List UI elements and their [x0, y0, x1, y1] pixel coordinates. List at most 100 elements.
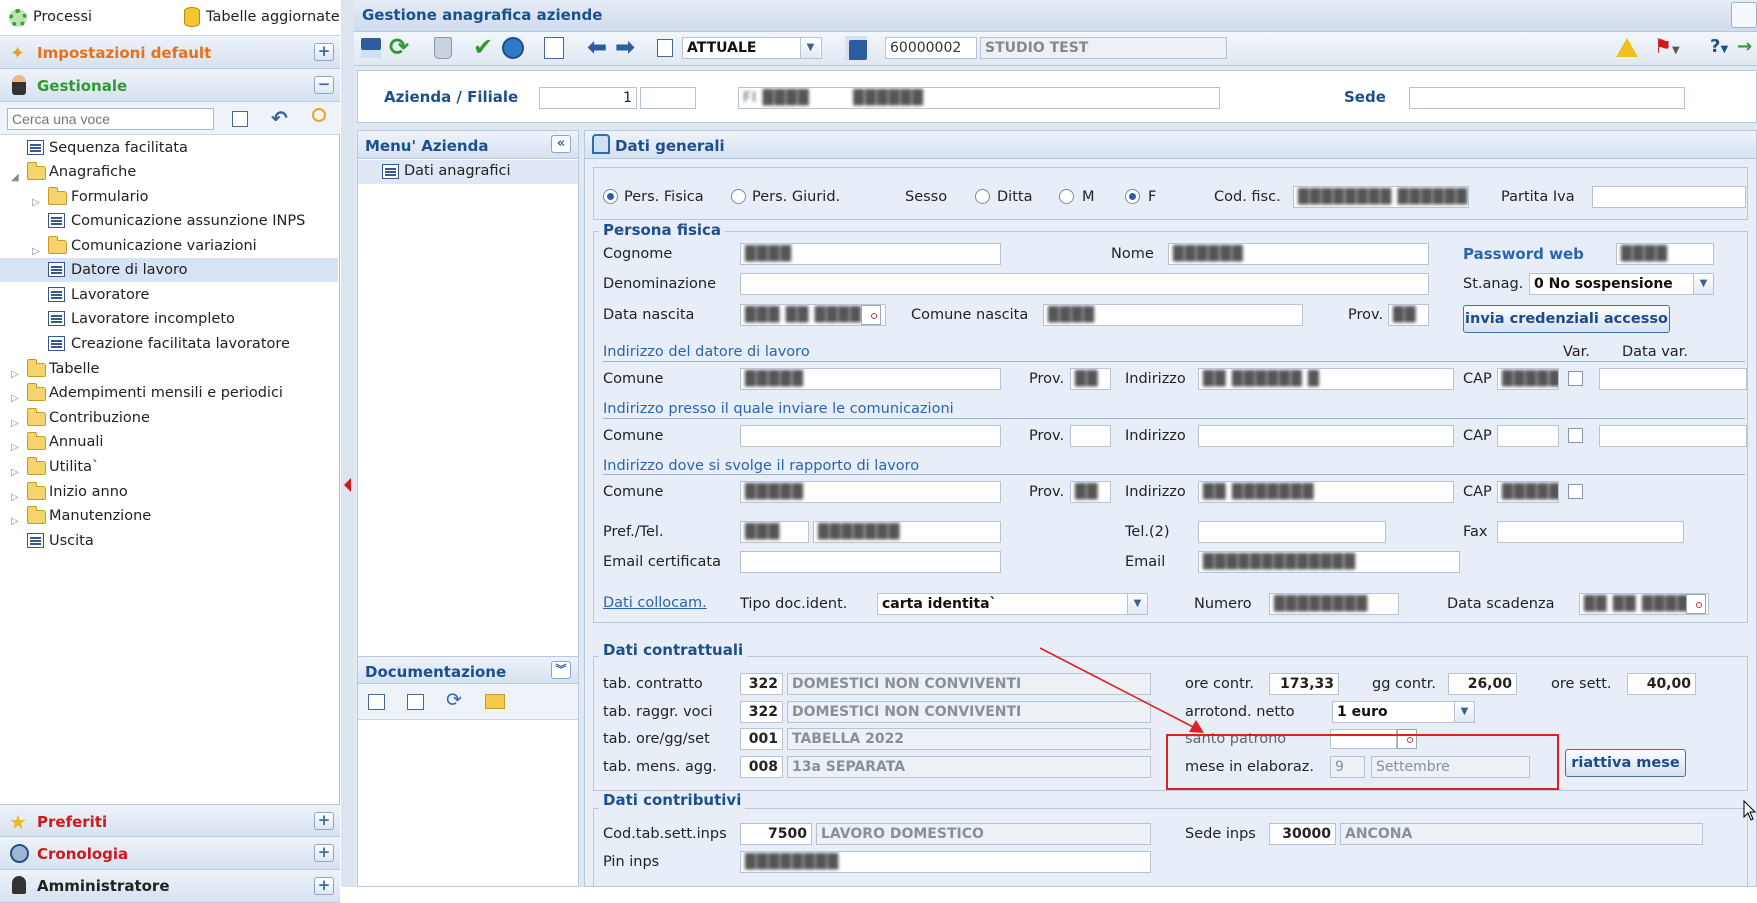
pin-inps-field[interactable]: ████████ [740, 851, 1151, 873]
collapse-minus-icon[interactable]: − [314, 76, 334, 94]
expand-plus-icon[interactable]: + [314, 812, 334, 830]
tree-item-creazione-facilitata[interactable]: Creazione facilitata lavoratore [0, 332, 338, 356]
cap-rapporto-field[interactable]: █████ [1497, 481, 1559, 503]
filiale-field[interactable] [640, 87, 696, 109]
invia-credenziali-button[interactable]: invia credenziali accesso [1463, 305, 1670, 333]
tab-raggr-code[interactable]: 322 [740, 701, 783, 723]
comune-comunicazioni-field[interactable] [740, 425, 1001, 447]
data-var-field[interactable] [1599, 368, 1747, 390]
tree-item-contribuzione[interactable]: ▷ Contribuzione [0, 406, 338, 430]
tree-item-formulario[interactable]: ▷ Formulario [0, 185, 338, 209]
tree-item-comunicazione-variazioni[interactable]: ▷ Comunicazione variazioni [0, 234, 338, 258]
calculator-icon[interactable] [845, 36, 867, 60]
cod-tab-field[interactable]: 7500 [740, 823, 812, 845]
copy-icon[interactable] [544, 37, 564, 59]
indirizzo-datore-field[interactable]: ██ ██████ █ [1198, 368, 1454, 390]
ore-contr-field[interactable]: 173,33 [1269, 673, 1339, 695]
tree-item-comunicazione-assunzione[interactable]: Comunicazione assunzione INPS [0, 209, 338, 233]
var-checkbox[interactable] [1568, 371, 1583, 386]
riattiva-mese-button[interactable]: riattiva mese [1565, 749, 1686, 777]
sidebar-splitter[interactable] [341, 0, 354, 887]
calendar-icon[interactable] [1686, 594, 1706, 614]
impostazioni-panel-header[interactable]: ✦ Impostazioni default + [0, 36, 340, 69]
folder-open-icon[interactable] [485, 694, 505, 709]
tab-contratto-code[interactable]: 322 [740, 673, 783, 695]
warning-icon[interactable] [1616, 38, 1638, 57]
password-web-field[interactable]: ████ [1616, 243, 1714, 265]
telefono-field[interactable]: ███████ [813, 521, 1001, 543]
save-icon[interactable] [361, 38, 381, 58]
chevron-down-icon[interactable]: ▼ [1454, 702, 1474, 722]
collapse-arrow-icon[interactable] [344, 478, 351, 492]
chevron-down-icon[interactable]: ▼ [800, 38, 820, 58]
collapse-down-icon[interactable]: ︾ [551, 661, 571, 679]
email-field[interactable]: █████████████ [1198, 551, 1460, 573]
indirizzo-comunicazioni-field[interactable] [1198, 425, 1454, 447]
gg-contr-field[interactable]: 26,00 [1448, 673, 1517, 695]
gestionale-panel-header[interactable]: Gestionale − [0, 69, 340, 102]
tabelle-aggiornate-link[interactable]: Tabelle aggiornate [206, 9, 340, 25]
comune-rapporto-field[interactable]: █████ [740, 481, 1001, 503]
st-anag-select[interactable]: 0 No sospensione [1529, 273, 1714, 295]
comune-datore-field[interactable]: █████ [740, 368, 1001, 390]
cap-comunicazioni-field[interactable] [1497, 425, 1559, 447]
cronologia-panel-header[interactable]: Cronologia + [0, 837, 340, 870]
cancel-icon[interactable] [502, 37, 524, 59]
list-icon[interactable] [232, 111, 248, 127]
menu-item-dati-anagrafici[interactable]: Dati anagrafici [358, 160, 578, 184]
data-var-comunicazioni-field[interactable] [1599, 425, 1747, 447]
tree-view-icon[interactable] [368, 694, 385, 710]
tree-item-lavoratore[interactable]: Lavoratore [0, 283, 338, 307]
calendar-icon[interactable] [861, 305, 881, 325]
chevron-down-icon[interactable]: ▼ [1127, 594, 1147, 614]
var-comunicazioni-checkbox[interactable] [1568, 428, 1583, 443]
trash-icon[interactable] [434, 37, 452, 59]
expand-plus-icon[interactable]: + [314, 43, 334, 61]
tel2-field[interactable] [1198, 521, 1386, 543]
help-icon[interactable]: ?▼ [1710, 36, 1728, 57]
var-rapporto-checkbox[interactable] [1568, 484, 1583, 499]
confirm-check-icon[interactable]: ✔ [473, 33, 493, 61]
tree-item-tabelle[interactable]: ▷ Tabelle [0, 357, 338, 381]
list-icon[interactable] [657, 39, 673, 57]
tree-item-adempimenti[interactable]: ▷ Adempimenti mensili e periodici [0, 381, 338, 405]
chat-icon[interactable] [1731, 2, 1757, 28]
tree-item-manutenzione[interactable]: ▷ Manutenzione [0, 504, 338, 528]
undo-icon[interactable]: ↶ [271, 106, 288, 130]
nome-field[interactable]: ██████ [1168, 243, 1429, 265]
flag-menu-icon[interactable]: ⚑▼ [1654, 34, 1680, 58]
sede-inps-field[interactable]: 30000 [1269, 823, 1336, 845]
fax-field[interactable] [1497, 521, 1684, 543]
tree-item-lavoratore-incompleto[interactable]: Lavoratore incompleto [0, 307, 338, 331]
dati-collocam-link[interactable]: Dati collocam. [603, 593, 707, 613]
prev-arrow-icon[interactable]: ⬅ [587, 33, 607, 61]
tree-item-anagrafiche[interactable]: ◢ Anagrafiche [0, 160, 338, 184]
collapse-left-icon[interactable]: « [551, 135, 571, 153]
denominazione-field[interactable] [740, 273, 1429, 295]
email-cert-field[interactable] [740, 551, 1001, 573]
comune-nascita-field[interactable]: ████ [1043, 304, 1303, 326]
tipo-doc-select[interactable]: carta identita` [877, 593, 1148, 615]
search-input[interactable] [7, 108, 214, 130]
prov-comunicazioni-field[interactable] [1070, 425, 1111, 447]
prefisso-field[interactable]: ███ [740, 521, 809, 543]
tree-item-annuali[interactable]: ▷ Annuali [0, 430, 338, 454]
tab-ore-code[interactable]: 001 [740, 728, 783, 750]
cod-fisc-field[interactable]: ████████ ██████ [1293, 186, 1469, 208]
ore-sett-field[interactable]: 40,00 [1627, 673, 1696, 695]
prov-nascita-field[interactable]: ██ [1388, 304, 1429, 326]
radio-m[interactable] [1059, 189, 1074, 204]
refresh-icon[interactable]: ⟳ [389, 33, 409, 61]
radio-pers-giurid[interactable] [731, 189, 746, 204]
expand-plus-icon[interactable]: + [314, 844, 334, 862]
sede-field[interactable] [1409, 87, 1685, 109]
list-icon[interactable] [407, 694, 424, 710]
tree-item-utilita[interactable]: ▷ Utilita` [0, 455, 338, 479]
radio-ditta[interactable] [975, 189, 990, 204]
cap-datore-field[interactable]: █████ [1497, 368, 1559, 390]
tree-item-uscita[interactable]: Uscita [0, 529, 338, 553]
processi-link[interactable]: Processi [33, 9, 92, 25]
tree-item-datore-lavoro[interactable]: Datore di lavoro [0, 258, 338, 282]
tree-item-sequenza[interactable]: Sequenza facilitata [0, 136, 338, 160]
numero-field[interactable]: ████████ [1269, 593, 1399, 615]
